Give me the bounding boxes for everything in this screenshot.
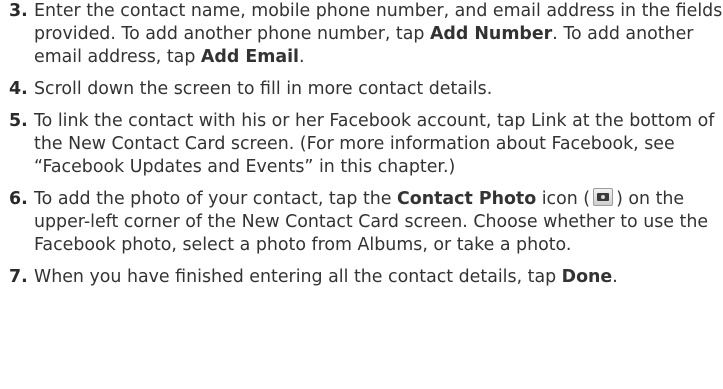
step-4: 4. Scroll down the screen to fill in mor… — [0, 78, 723, 101]
step-6: 6. To add the photo of your contact, tap… — [0, 186, 723, 257]
add-number-label: Add Number — [429, 24, 553, 44]
camera-icon — [593, 187, 614, 206]
contact-photo-icon — [593, 186, 614, 209]
done-label: Done — [561, 267, 613, 287]
step-text: . — [612, 267, 618, 287]
step-text: When you have finished entering all the … — [34, 267, 562, 287]
step-3: 3. Enter the contact name, mobile phone … — [0, 0, 723, 69]
step-number: 7. — [9, 267, 28, 287]
step-text: To link the contact with his or her Face… — [34, 111, 715, 177]
step-number: 5. — [9, 111, 28, 131]
instruction-steps: 3. Enter the contact name, mobile phone … — [0, 0, 723, 289]
step-text: . — [299, 47, 305, 67]
step-text: Scroll down the screen to fill in more c… — [34, 79, 493, 99]
step-5: 5. To link the contact with his or her F… — [0, 110, 723, 179]
add-email-label: Add Email — [200, 47, 299, 67]
step-7: 7. When you have finished entering all t… — [0, 266, 723, 289]
step-number: 6. — [9, 189, 28, 209]
contact-photo-label: Contact Photo — [397, 189, 537, 209]
step-number: 4. — [9, 79, 28, 99]
step-number: 3. — [9, 1, 28, 21]
step-text: icon ( — [536, 189, 591, 209]
step-text: To add the photo of your contact, tap th… — [34, 189, 398, 209]
